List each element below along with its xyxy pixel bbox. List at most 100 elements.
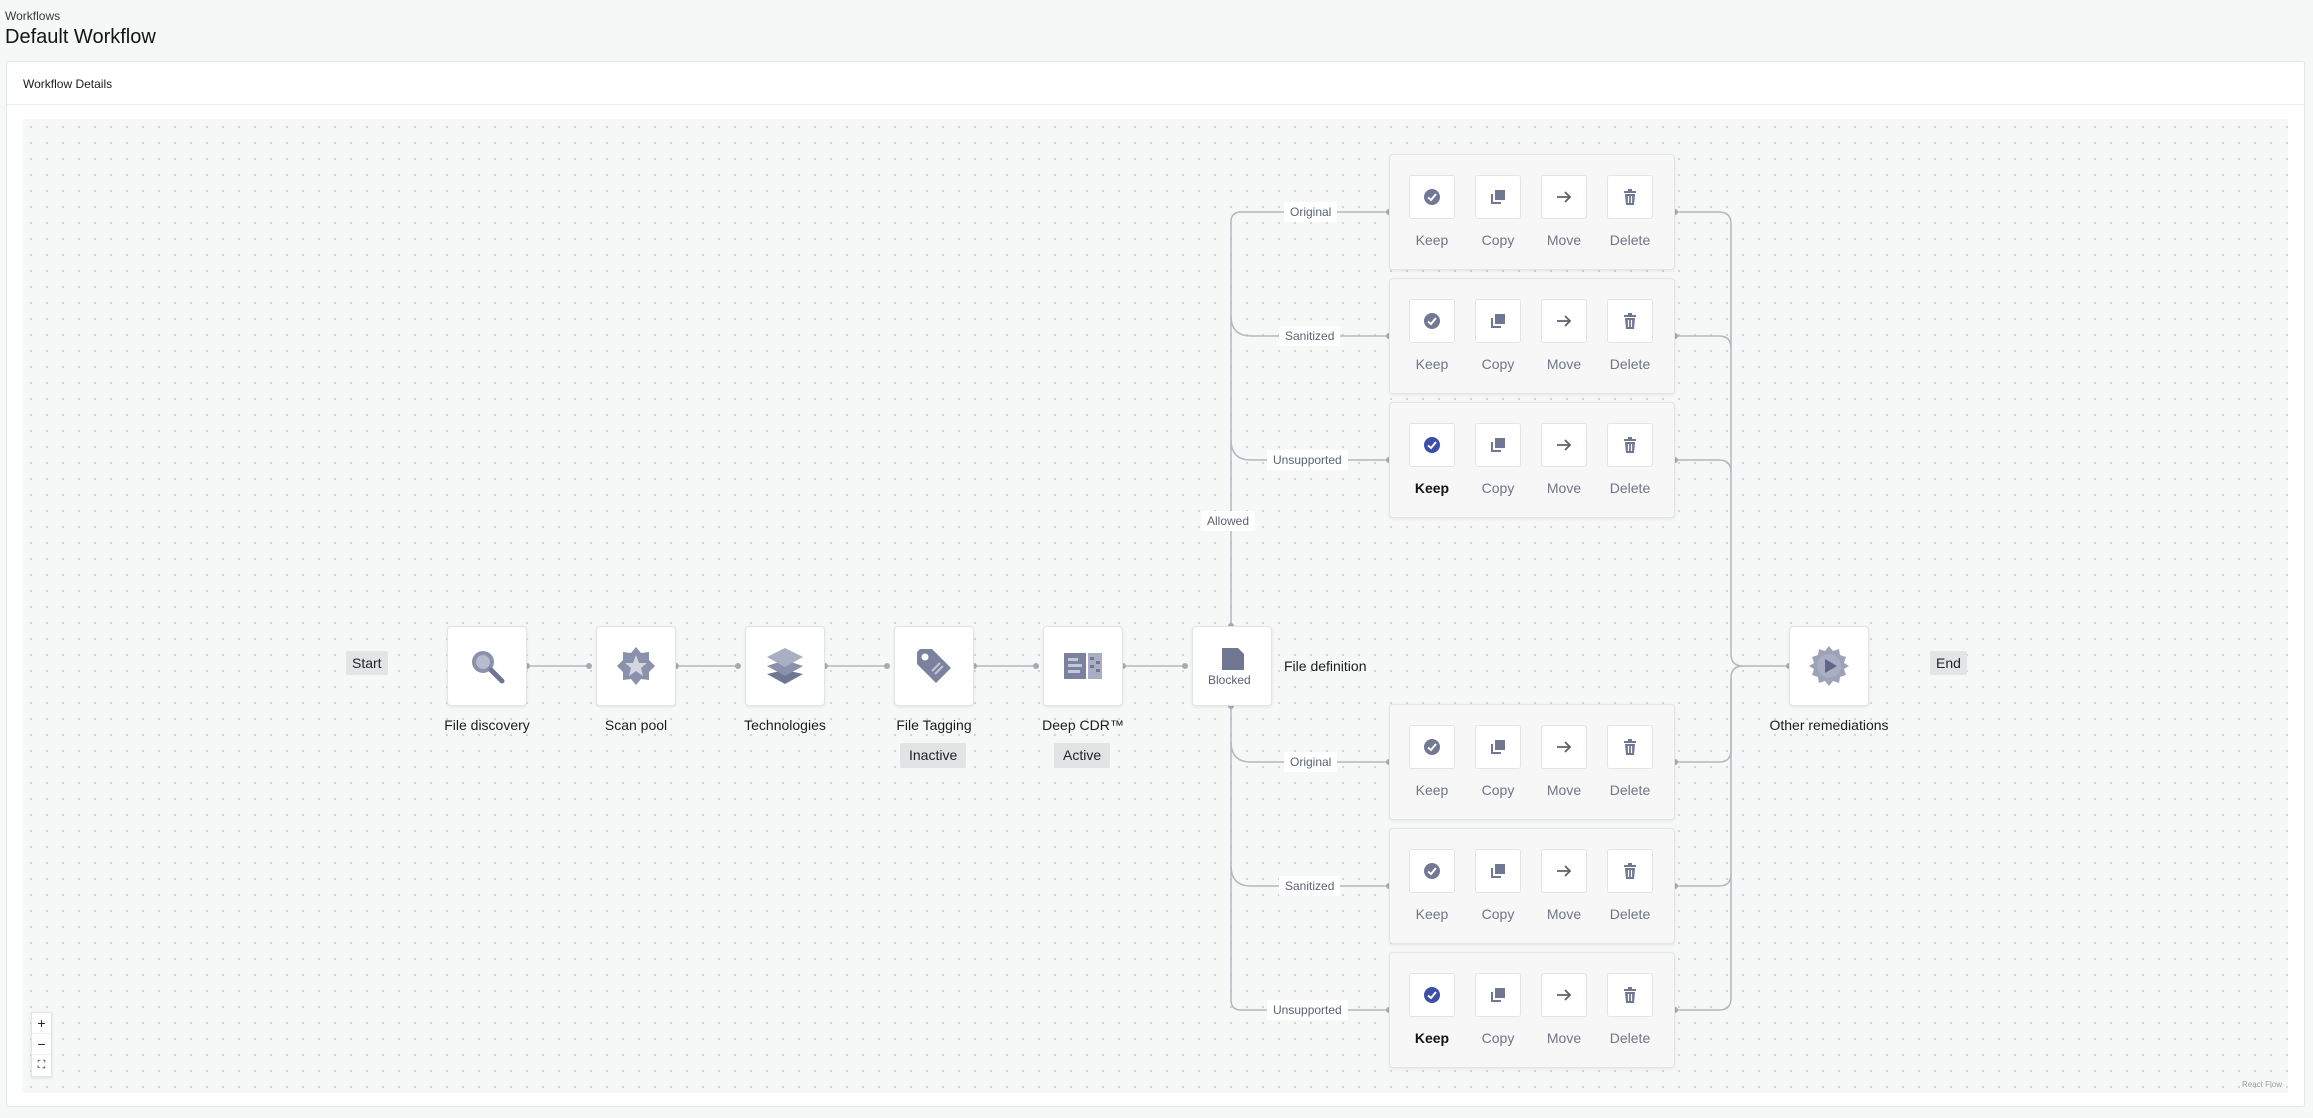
- arrow-right-icon: [1557, 865, 1572, 877]
- action-keep-box[interactable]: [1409, 725, 1455, 769]
- check-circle-icon: [1424, 189, 1440, 205]
- node-label-technologies: Technologies: [744, 717, 826, 733]
- trash-icon: [1624, 189, 1636, 205]
- trash-icon: [1624, 739, 1636, 755]
- node-technologies[interactable]: [745, 626, 825, 706]
- page-title: Default Workflow: [5, 26, 156, 48]
- category-label-sanitized: Sanitized: [1279, 326, 1341, 346]
- action-move-button[interactable]: Move: [1541, 849, 1587, 922]
- action-keep-button[interactable]: Keep: [1409, 423, 1455, 496]
- trash-icon: [1624, 863, 1636, 879]
- arrow-right-icon: [1557, 989, 1572, 1001]
- node-deep-cdr[interactable]: [1043, 626, 1123, 706]
- remediation-group-unsupported: Keep Copy Move Delete: [1389, 402, 1675, 518]
- action-keep-button[interactable]: Keep: [1409, 849, 1455, 922]
- action-label: Delete: [1609, 906, 1651, 922]
- action-keep-button[interactable]: Keep: [1409, 973, 1455, 1046]
- action-keep-box[interactable]: [1409, 423, 1455, 467]
- check-circle-icon: [1424, 863, 1440, 879]
- action-delete-button[interactable]: Delete: [1607, 725, 1653, 798]
- action-copy-button[interactable]: Copy: [1475, 299, 1521, 372]
- action-move-button[interactable]: Move: [1541, 299, 1587, 372]
- node-file-discovery[interactable]: [447, 626, 527, 706]
- start-node[interactable]: Start: [346, 651, 388, 675]
- action-move-box[interactable]: [1541, 299, 1587, 343]
- trash-icon: [1624, 313, 1636, 329]
- node-scan-pool[interactable]: [596, 626, 676, 706]
- cdr-icon: [1064, 653, 1102, 679]
- action-move-box[interactable]: [1541, 423, 1587, 467]
- check-circle-icon: [1424, 987, 1440, 1003]
- tag-icon: [917, 649, 951, 683]
- action-copy-box[interactable]: [1475, 423, 1521, 467]
- action-delete-box[interactable]: [1607, 175, 1653, 219]
- action-copy-button[interactable]: Copy: [1475, 423, 1521, 496]
- action-move-button[interactable]: Move: [1541, 423, 1587, 496]
- action-delete-box[interactable]: [1607, 423, 1653, 467]
- fit-view-button[interactable]: ⛶: [32, 1055, 51, 1076]
- trash-icon: [1624, 987, 1636, 1003]
- layers-icon: [767, 648, 803, 684]
- node-file-tagging[interactable]: [894, 626, 974, 706]
- node-file-definition[interactable]: [1192, 626, 1272, 706]
- action-copy-box[interactable]: [1475, 299, 1521, 343]
- panel-header: Workflow Details: [7, 62, 2304, 105]
- action-keep-box[interactable]: [1409, 849, 1455, 893]
- action-move-box[interactable]: [1541, 849, 1587, 893]
- flow-canvas[interactable]: Start End File discovery Scan pool Techn…: [23, 119, 2288, 1093]
- node-label-other-remediations: Other remediations: [1769, 717, 1889, 733]
- action-keep-box[interactable]: [1409, 175, 1455, 219]
- gear-play-icon: [1809, 646, 1849, 686]
- action-move-box[interactable]: [1541, 725, 1587, 769]
- action-delete-button[interactable]: Delete: [1607, 973, 1653, 1046]
- action-delete-box[interactable]: [1607, 725, 1653, 769]
- remediation-group-original: Keep Copy Move Delete: [1389, 154, 1675, 270]
- action-label: Delete: [1609, 356, 1651, 372]
- action-copy-box[interactable]: [1475, 725, 1521, 769]
- branch-label-allowed: Allowed: [1201, 511, 1256, 531]
- action-move-button[interactable]: Move: [1541, 175, 1587, 248]
- zoom-out-button[interactable]: −: [32, 1034, 51, 1055]
- status-badge-deep-cdr: Active: [1054, 743, 1111, 768]
- action-keep-button[interactable]: Keep: [1409, 725, 1455, 798]
- category-label-sanitized: Sanitized: [1279, 876, 1341, 896]
- action-delete-box[interactable]: [1607, 299, 1653, 343]
- action-copy-button[interactable]: Copy: [1475, 725, 1521, 798]
- action-delete-button[interactable]: Delete: [1607, 299, 1653, 372]
- zoom-in-button[interactable]: +: [32, 1013, 51, 1034]
- action-copy-button[interactable]: Copy: [1475, 175, 1521, 248]
- action-keep-box[interactable]: [1409, 973, 1455, 1017]
- action-move-box[interactable]: [1541, 175, 1587, 219]
- action-label: Delete: [1609, 232, 1651, 248]
- remediation-group-unsupported: Keep Copy Move Delete: [1389, 952, 1675, 1068]
- action-delete-button[interactable]: Delete: [1607, 849, 1653, 922]
- check-circle-icon: [1424, 739, 1440, 755]
- action-delete-box[interactable]: [1607, 973, 1653, 1017]
- node-other-remediations[interactable]: [1789, 626, 1869, 706]
- action-copy-button[interactable]: Copy: [1475, 849, 1521, 922]
- category-label-unsupported: Unsupported: [1267, 1000, 1348, 1020]
- action-delete-box[interactable]: [1607, 849, 1653, 893]
- flow-edges: [524, 209, 1792, 1013]
- magnifier-icon: [472, 651, 505, 684]
- action-move-button[interactable]: Move: [1541, 973, 1587, 1046]
- breadcrumb[interactable]: Workflows: [5, 9, 60, 23]
- check-circle-icon: [1424, 437, 1440, 453]
- category-label-original: Original: [1284, 202, 1338, 222]
- action-keep-button[interactable]: Keep: [1409, 299, 1455, 372]
- react-flow-attribution[interactable]: React Flow: [2242, 1080, 2282, 1089]
- action-copy-button[interactable]: Copy: [1475, 973, 1521, 1046]
- end-node[interactable]: End: [1930, 651, 1967, 675]
- node-label-deep-cdr: Deep CDR™: [1042, 717, 1124, 733]
- copy-icon: [1491, 314, 1505, 328]
- action-delete-button[interactable]: Delete: [1607, 423, 1653, 496]
- check-circle-icon: [1424, 313, 1440, 329]
- action-copy-box[interactable]: [1475, 973, 1521, 1017]
- action-delete-button[interactable]: Delete: [1607, 175, 1653, 248]
- action-move-box[interactable]: [1541, 973, 1587, 1017]
- action-move-button[interactable]: Move: [1541, 725, 1587, 798]
- action-copy-box[interactable]: [1475, 175, 1521, 219]
- action-copy-box[interactable]: [1475, 849, 1521, 893]
- action-keep-button[interactable]: Keep: [1409, 175, 1455, 248]
- action-keep-box[interactable]: [1409, 299, 1455, 343]
